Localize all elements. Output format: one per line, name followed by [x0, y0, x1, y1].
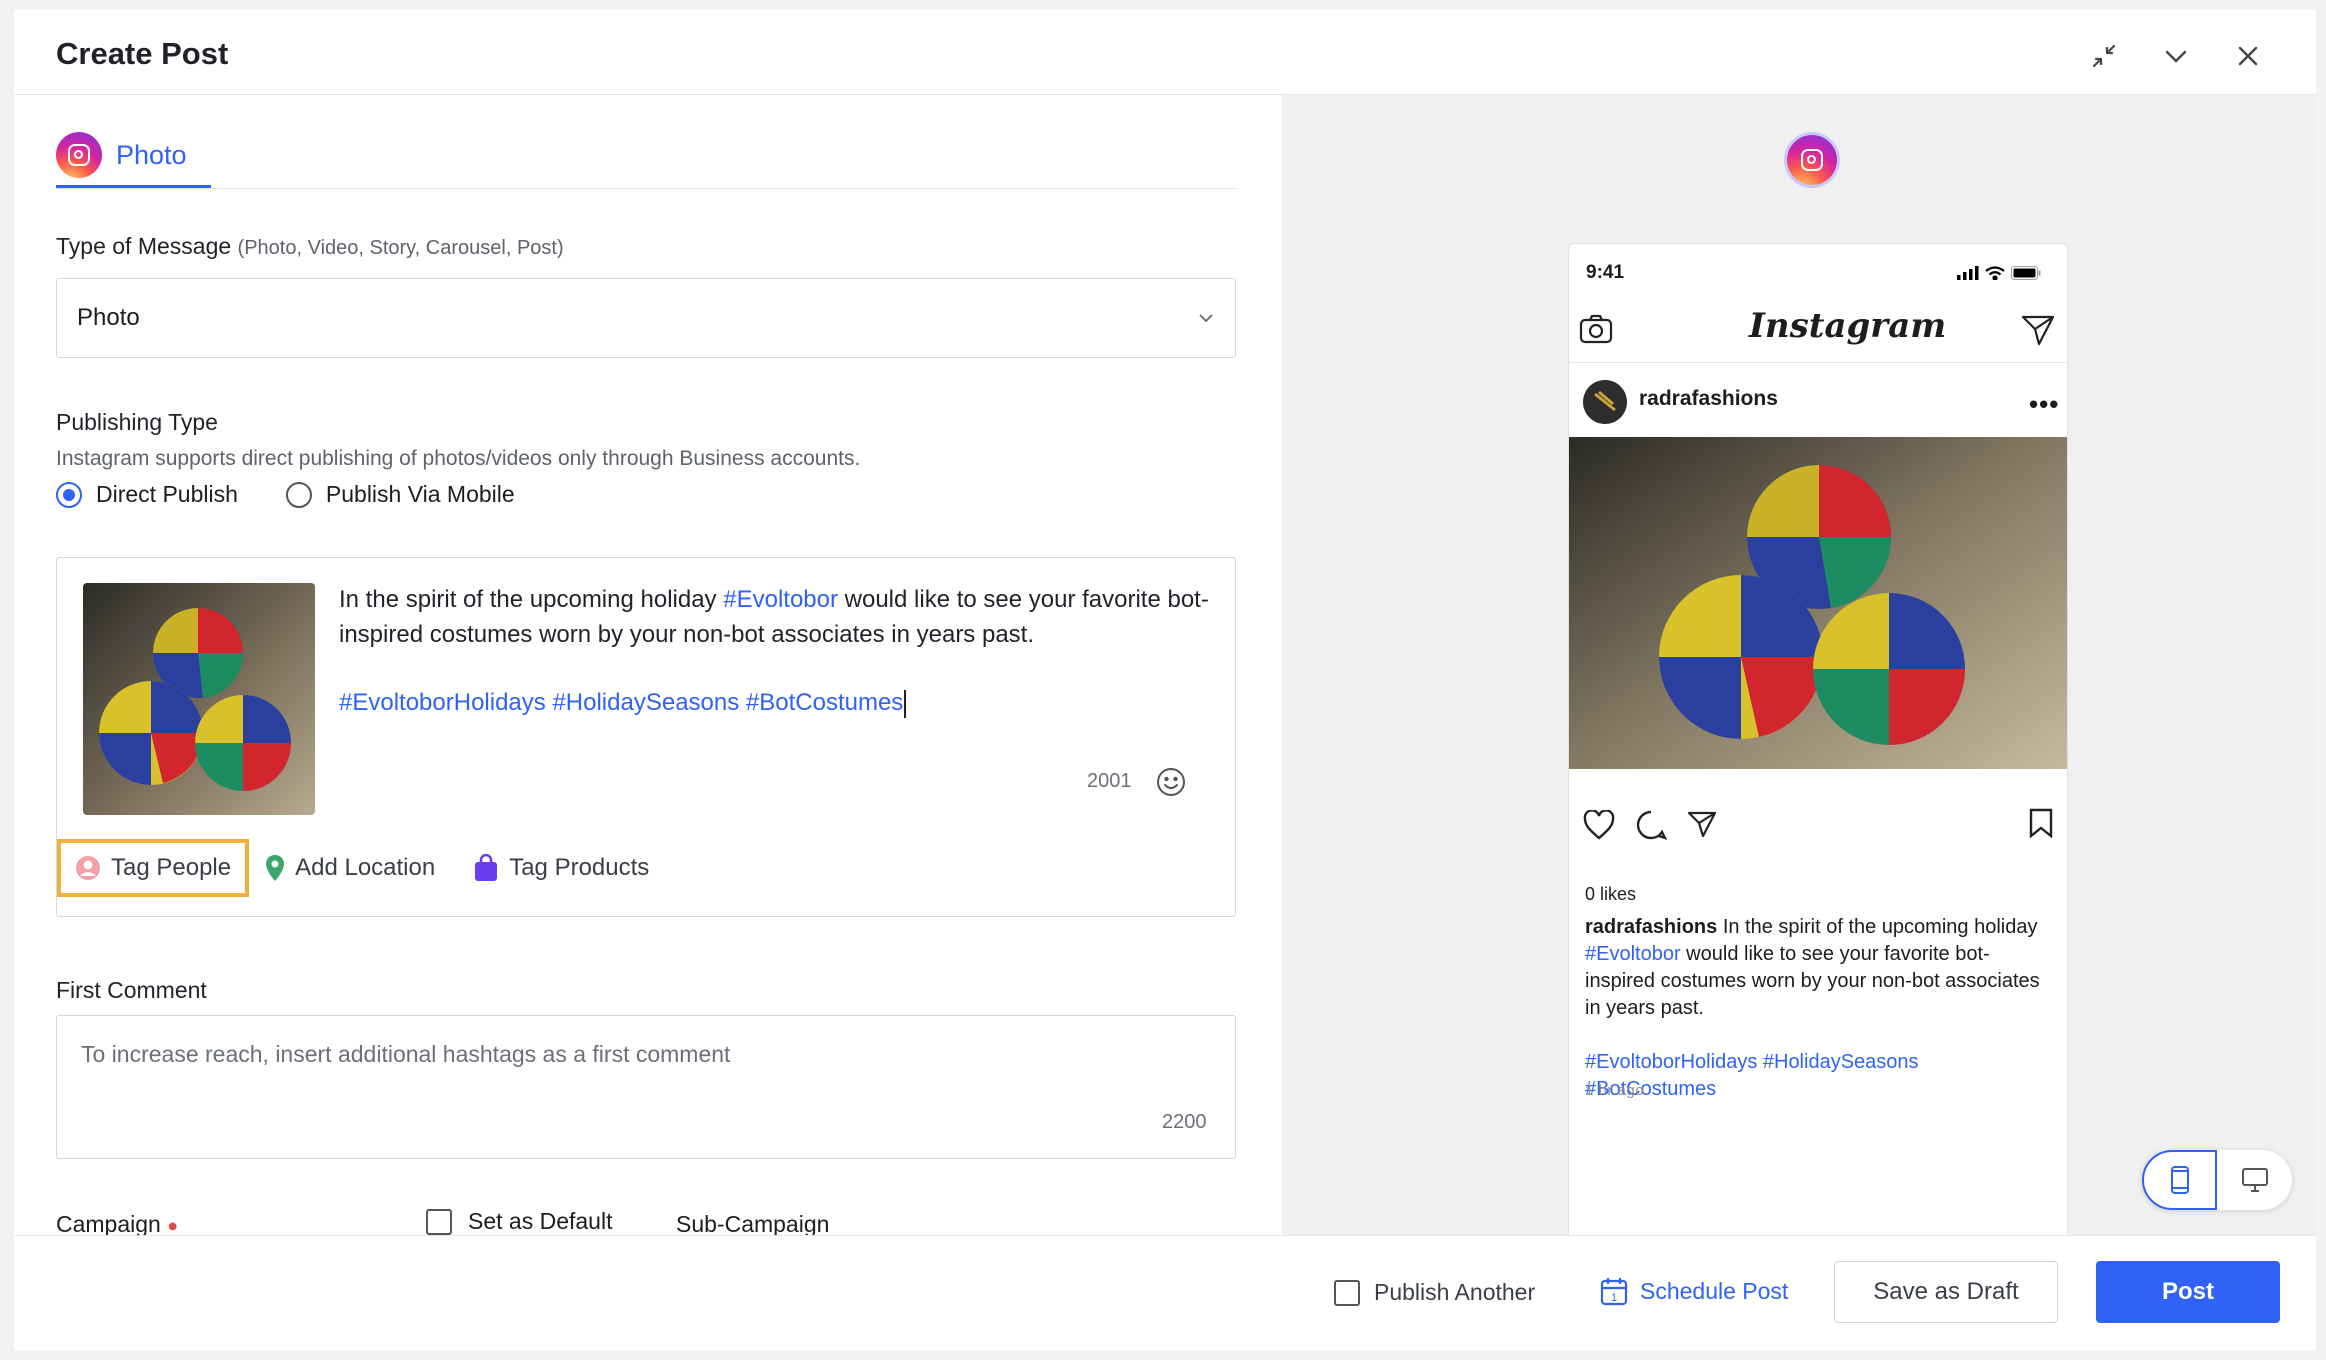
minimize-icon[interactable] — [2086, 38, 2122, 74]
svg-text:1: 1 — [1611, 1292, 1617, 1304]
publishing-options: Direct Publish Publish Via Mobile — [56, 481, 515, 508]
heart-icon[interactable] — [1583, 809, 1615, 845]
message-type-note: (Photo, Video, Story, Carousel, Post) — [237, 237, 564, 259]
caption-hashtag: #Evoltobor — [1585, 943, 1681, 965]
more-options-icon[interactable]: ••• — [2029, 389, 2059, 420]
user-icon — [76, 856, 100, 880]
dialog-header: Create Post — [14, 10, 2316, 95]
camera-icon[interactable] — [1579, 314, 1613, 349]
chevron-down-icon[interactable] — [2158, 38, 2194, 74]
comment-char-counter: 2200 — [1162, 1111, 1207, 1133]
save-draft-button[interactable]: Save as Draft — [1834, 1261, 2058, 1323]
message-type-label: Type of Message (Photo, Video, Story, Ca… — [56, 233, 564, 259]
post-composer: In the spirit of the upcoming holiday #E… — [56, 557, 1236, 917]
caption-editor[interactable]: In the spirit of the upcoming holiday #E… — [339, 582, 1219, 720]
set-default-checkbox[interactable]: Set as Default — [426, 1208, 612, 1235]
caption-char-counter: 2001 — [1087, 770, 1132, 792]
signal-icon — [1957, 266, 1979, 280]
radio-label: Publish Via Mobile — [325, 481, 515, 507]
radio-unselected-icon — [285, 481, 312, 508]
share-icon[interactable] — [1687, 810, 1717, 843]
composer-actions: Tag People Add Location Tag Products — [57, 838, 1235, 898]
tab-photo[interactable]: Photo — [56, 125, 211, 189]
preview-panel: 9:41 Instagram radrafashions ••• 0 likes… — [1282, 95, 2316, 1245]
radio-selected-icon — [56, 481, 82, 508]
comment-icon[interactable] — [1635, 810, 1668, 845]
text-cursor — [904, 689, 907, 718]
desktop-view-button[interactable] — [2217, 1150, 2292, 1210]
caption-text: In the spirit of the upcoming holiday — [1717, 916, 2038, 938]
required-indicator-icon: ● — [167, 1215, 179, 1236]
message-type-value: Photo — [77, 304, 140, 331]
set-default-label: Set as Default — [468, 1208, 613, 1234]
add-location-label: Add Location — [295, 854, 436, 881]
status-time: 9:41 — [1586, 262, 1625, 283]
radio-publish-via-mobile[interactable]: Publish Via Mobile — [285, 481, 515, 508]
schedule-post-button[interactable]: 1 Schedule Post — [1600, 1276, 1788, 1306]
message-type-select[interactable]: Photo — [56, 278, 1236, 358]
first-comment-field[interactable]: To increase reach, insert additional has… — [56, 1015, 1236, 1159]
post-username[interactable]: radrafashions — [1639, 387, 1778, 411]
battery-icon — [2011, 266, 2041, 280]
checkbox-icon — [1334, 1279, 1360, 1306]
add-location-button[interactable]: Add Location — [251, 839, 449, 897]
publish-another-label: Publish Another — [1374, 1279, 1536, 1305]
chevron-down-icon — [1199, 314, 1213, 323]
divider — [1569, 362, 2067, 363]
post-image-thumbnail[interactable] — [83, 583, 315, 815]
shopping-bag-icon — [475, 854, 498, 881]
publish-another-checkbox[interactable]: Publish Another — [1334, 1279, 1535, 1306]
caption-hashtags: #EvoltoborHolidays #HolidaySeasons #BotC… — [339, 689, 904, 716]
publishing-type-label: Publishing Type — [56, 409, 218, 435]
caption-username: radrafashions — [1585, 916, 1718, 938]
post-image — [1569, 437, 2067, 769]
first-comment-label: First Comment — [56, 977, 207, 1003]
emoji-icon[interactable] — [1155, 766, 1187, 798]
tab-divider — [56, 188, 1236, 189]
likes-count: 0 likes — [1585, 884, 1637, 904]
radio-direct-publish[interactable]: Direct Publish — [56, 481, 238, 508]
post-timestamp: 1 hr ago — [1585, 1082, 1645, 1099]
wifi-icon — [1985, 266, 2005, 280]
dialog-title: Create Post — [56, 36, 229, 71]
publishing-help-text: Instagram supports direct publishing of … — [56, 447, 861, 470]
schedule-post-label: Schedule Post — [1640, 1277, 1789, 1304]
status-icons — [1957, 266, 2041, 280]
tag-people-label: Tag People — [111, 854, 232, 881]
instagram-wordmark: Instagram — [1749, 306, 1947, 346]
first-comment-placeholder: To increase reach, insert additional has… — [81, 1041, 731, 1067]
close-icon[interactable] — [2230, 38, 2266, 74]
tag-people-button[interactable]: Tag People — [57, 839, 250, 897]
mobile-view-button[interactable] — [2142, 1150, 2217, 1210]
preview-caption: radrafashions In the spirit of the upcom… — [1585, 914, 2055, 1103]
caption-hashtags: #EvoltoborHolidays #HolidaySeasons — [1585, 1051, 1919, 1073]
tab-label: Photo — [116, 139, 187, 170]
post-button[interactable]: Post — [2096, 1261, 2280, 1323]
calendar-icon: 1 — [1600, 1278, 1628, 1306]
mobile-icon — [2170, 1166, 2189, 1194]
phone-preview: 9:41 Instagram radrafashions ••• 0 likes… — [1568, 243, 2068, 1245]
radio-label: Direct Publish — [96, 481, 238, 507]
editor-panel: Photo Type of Message (Photo, Video, Sto… — [14, 95, 1282, 1245]
dialog-footer: Publish Another 1 Schedule Post Save as … — [14, 1235, 2316, 1350]
campaign-label: Campaign ● — [56, 1211, 179, 1237]
bookmark-icon[interactable] — [2029, 808, 2053, 843]
location-pin-icon — [266, 855, 285, 881]
tag-products-button[interactable]: Tag Products — [459, 839, 663, 897]
caption-hashtags: #BotCostumes — [1585, 1078, 1717, 1100]
create-post-dialog: Create Post Photo Type of Message (Photo… — [14, 10, 2316, 1350]
avatar[interactable] — [1583, 380, 1627, 424]
instagram-icon — [56, 132, 102, 178]
preview-network-icon — [1787, 135, 1837, 185]
sub-campaign-label: Sub-Campaign — [676, 1211, 830, 1237]
caption-text: In the spirit of the upcoming holiday — [339, 586, 724, 613]
checkbox-icon — [426, 1208, 452, 1235]
preview-view-toggle — [2142, 1150, 2292, 1210]
direct-message-icon[interactable] — [2021, 314, 2055, 351]
caption-hashtag: #Evoltobor — [723, 586, 838, 613]
desktop-icon — [2241, 1168, 2268, 1192]
tag-products-label: Tag Products — [509, 854, 650, 881]
